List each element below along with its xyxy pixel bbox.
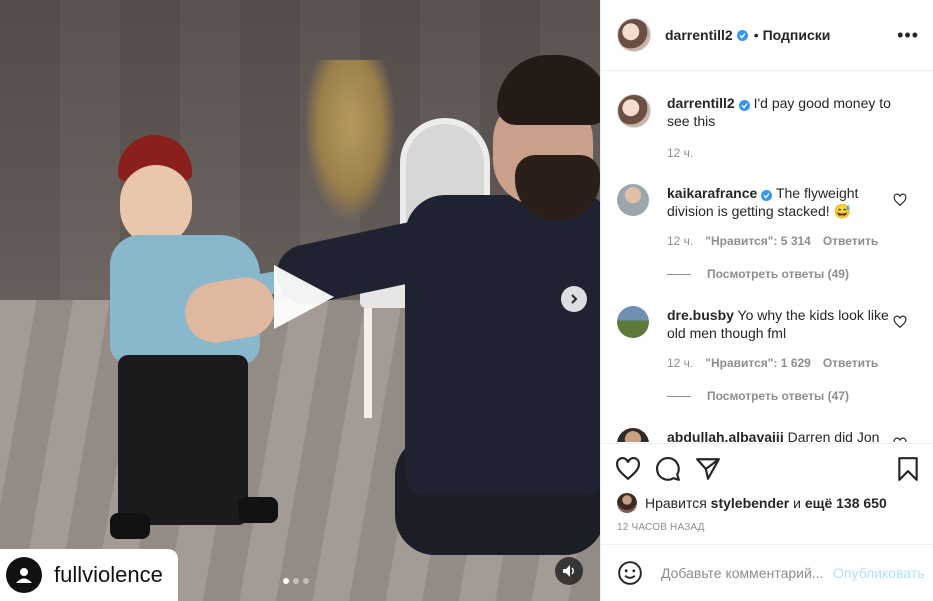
verified-badge-icon [738, 100, 750, 111]
author-username[interactable]: darrentill2 [665, 27, 733, 43]
reply-button[interactable]: Ответить [823, 356, 878, 370]
comment-time[interactable]: 12 ч. [667, 356, 693, 370]
caption-time[interactable]: 12 ч. [667, 146, 693, 160]
post-header: darrentill2 • Подписки ••• [601, 0, 933, 71]
watermark-text: fullviolence [54, 562, 163, 587]
comment-text: Darren did Jon [787, 429, 880, 442]
comment-icon[interactable] [655, 456, 681, 482]
comment-username[interactable]: abdullah.albavaiii [667, 429, 784, 442]
likes-middle: и [793, 495, 801, 511]
post-side-panel: darrentill2 • Подписки ••• darrentill2 I… [600, 0, 933, 601]
replies-divider [667, 273, 691, 275]
carousel-dot [303, 578, 309, 584]
likes-prefix: Нравится [645, 495, 707, 511]
more-options-button[interactable]: ••• [897, 25, 919, 46]
carousel-dot [283, 578, 289, 584]
post-actions: Нравится stylebender и ещё 138 650 12 ЧА… [601, 443, 933, 533]
avatar[interactable] [617, 94, 651, 128]
avatar[interactable] [617, 18, 651, 52]
sound-toggle-button[interactable] [555, 557, 583, 585]
view-replies-label: Посмотреть ответы (47) [707, 389, 849, 403]
comment-time[interactable]: 12 ч. [667, 234, 693, 248]
avatar[interactable] [617, 493, 637, 513]
heart-icon[interactable] [893, 315, 907, 329]
caption-username[interactable]: darrentill2 [667, 95, 735, 111]
add-comment-bar: Опубликовать [601, 544, 933, 601]
watermark: fullviolence [0, 549, 178, 601]
emoji-icon[interactable] [617, 560, 643, 586]
post-media[interactable]: fullviolence [0, 0, 600, 601]
video-child-figure [100, 135, 292, 545]
verified-badge-icon [736, 29, 748, 41]
speaker-icon [563, 565, 574, 577]
verified-badge-icon [761, 190, 773, 201]
publish-button[interactable]: Опубликовать [833, 565, 925, 581]
comment-input[interactable] [659, 564, 833, 582]
share-icon[interactable] [695, 456, 721, 482]
likes-count-link[interactable]: ещё 138 650 [805, 495, 887, 511]
comments-list[interactable]: darrentill2 I'd pay good money to see th… [601, 72, 933, 442]
bookmark-icon[interactable] [895, 456, 921, 482]
view-replies-button[interactable]: Посмотреть ответы (49) [667, 267, 849, 281]
play-icon[interactable] [268, 263, 336, 331]
user-icon [6, 557, 42, 593]
likes-user-link[interactable]: stylebender [711, 495, 790, 511]
following-button[interactable]: Подписки [763, 27, 831, 43]
header-separator: • [753, 27, 759, 43]
action-icons-row [615, 456, 921, 484]
heart-icon[interactable] [615, 456, 641, 482]
comment-likes[interactable]: "Нравится": 1 629 [705, 356, 811, 370]
heart-icon[interactable] [893, 437, 907, 442]
avatar[interactable] [617, 428, 649, 442]
comment-username[interactable]: kaikarafrance [667, 185, 757, 201]
view-replies-label: Посмотреть ответы (49) [707, 267, 849, 281]
post-timestamp[interactable]: 12 ЧАСОВ НАЗАД [617, 522, 705, 533]
likes-summary: Нравится stylebender и ещё 138 650 [617, 493, 887, 513]
carousel-next-button[interactable] [561, 286, 587, 312]
comment-username[interactable]: dre.busby [667, 307, 734, 323]
chevron-right-icon [571, 294, 578, 304]
carousel-dot [293, 578, 299, 584]
avatar[interactable] [617, 184, 649, 216]
replies-divider [667, 395, 691, 397]
heart-icon[interactable] [893, 193, 907, 207]
avatar[interactable] [617, 306, 649, 338]
carousel-indicator [283, 578, 309, 584]
comment-likes[interactable]: "Нравится": 5 314 [705, 234, 811, 248]
reply-button[interactable]: Ответить [823, 234, 878, 248]
view-replies-button[interactable]: Посмотреть ответы (47) [667, 389, 849, 403]
